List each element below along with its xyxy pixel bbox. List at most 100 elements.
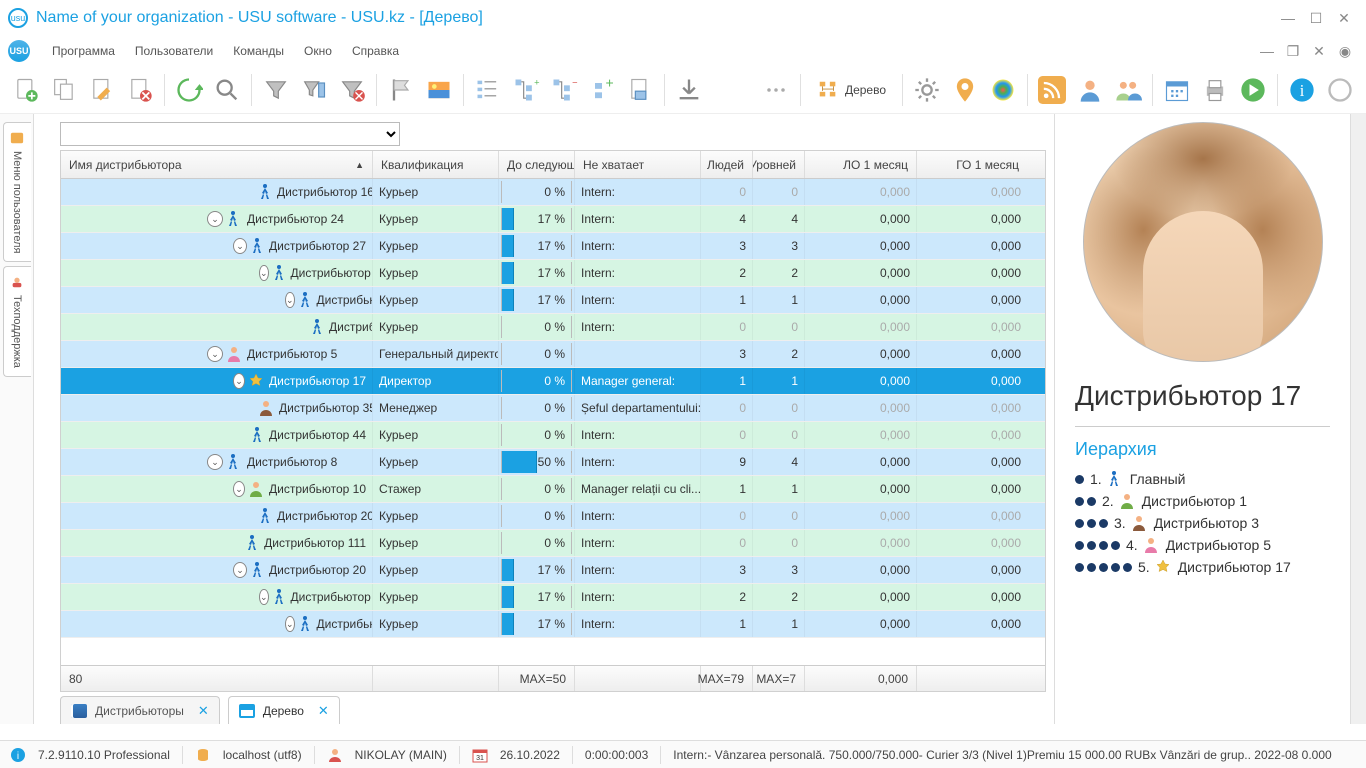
row-people: 0 [701, 422, 753, 448]
hierarchy-item[interactable]: 2.Дистрибьютор 1 [1075, 490, 1330, 512]
new-doc-button[interactable] [8, 72, 44, 108]
expand-toggle[interactable]: ⌄ [207, 211, 223, 227]
side-tab-user-menu[interactable]: Меню пользователя [3, 122, 31, 262]
table-row[interactable]: ⌄Дистрибьютор 30Курьер17 %Intern:220,000… [61, 584, 1045, 611]
status-version: 7.2.9110.10 Professional [38, 748, 170, 762]
tree-expand-all-button[interactable]: − [546, 72, 582, 108]
grid-body[interactable]: Дистрибьютор 160Курьер0 %Intern:000,0000… [61, 179, 1045, 665]
table-row[interactable]: ⌄Дистрибьютор 27Курьер17 %Intern:330,000… [61, 233, 1045, 260]
hierarchy-item[interactable]: 4.Дистрибьютор 5 [1075, 534, 1330, 556]
refresh-button[interactable] [171, 72, 207, 108]
mdi-minimize-button[interactable]: — [1254, 43, 1280, 59]
table-row[interactable]: ⌄Дистрибьютор 8Курьер50 %Intern:940,0000… [61, 449, 1045, 476]
edit-doc-button[interactable] [84, 72, 120, 108]
row-people: 1 [701, 368, 753, 394]
col-name[interactable]: Имя дистрибьютора▲ [61, 151, 373, 178]
table-row[interactable]: ⌄Дистрибьютор 5Генеральный директор0 %32… [61, 341, 1045, 368]
walk-icon [273, 264, 285, 282]
row-go: 0,000 [917, 341, 1027, 367]
expand-toggle[interactable]: ⌄ [285, 292, 295, 308]
table-row[interactable]: Дистрибьютор 201Курьер0 %Intern:000,0000… [61, 503, 1045, 530]
expand-toggle[interactable]: ⌄ [259, 589, 269, 605]
rss-button[interactable] [1034, 72, 1070, 108]
hierarchy-item[interactable]: 5.Дистрибьютор 17 [1075, 556, 1330, 578]
filter-clear-button[interactable] [334, 72, 370, 108]
row-go: 0,000 [917, 314, 1027, 340]
table-row[interactable]: ⌄Дистрибьютор ...Курьер17 %Intern:110,00… [61, 287, 1045, 314]
table-row[interactable]: Дистрибьютор 44Курьер0 %Intern:000,0000,… [61, 422, 1045, 449]
search-button[interactable] [209, 72, 245, 108]
col-levels[interactable]: Уровней [753, 151, 805, 178]
col-lo-month[interactable]: ЛО 1 месяц [805, 151, 917, 178]
table-row[interactable]: Дистриб...Курьер0 %Intern:000,0000,000 [61, 314, 1045, 341]
table-row[interactable]: ⌄Дистрибьютор 10Стажер0 %Manager relații… [61, 476, 1045, 503]
doc-tab-distributors[interactable]: Дистрибьюторы ✕ [60, 696, 220, 724]
filter-button[interactable] [258, 72, 294, 108]
expand-toggle[interactable]: ⌄ [233, 562, 247, 578]
delete-doc-button[interactable] [122, 72, 158, 108]
flag-button[interactable] [383, 72, 419, 108]
table-row[interactable]: ⌄Дистрибьютор 60Курьер17 %Intern:220,000… [61, 260, 1045, 287]
info-icon: i [10, 747, 26, 763]
table-row[interactable]: ⌄Дистрибьютор 24Курьер17 %Intern:440,000… [61, 206, 1045, 233]
col-go-month[interactable]: ГО 1 месяц [917, 151, 1027, 178]
go-button[interactable] [1235, 72, 1271, 108]
search-select[interactable] [60, 122, 400, 146]
expand-toggle[interactable]: ⌄ [233, 481, 245, 497]
doc-tab-tree[interactable]: Дерево ✕ [228, 696, 340, 724]
window-close-button[interactable]: ✕ [1330, 10, 1358, 27]
expand-toggle[interactable]: ⌄ [207, 346, 223, 362]
menu-program[interactable]: Программа [42, 44, 125, 58]
mdi-close-button[interactable]: ✕ [1306, 43, 1332, 60]
table-row[interactable]: Дистрибьютор 111Курьер0 %Intern:000,0000… [61, 530, 1045, 557]
table-row[interactable]: ⌄Дистрибьютор 20Курьер17 %Intern:330,000… [61, 557, 1045, 584]
tree-expand-button[interactable] [470, 72, 506, 108]
expand-toggle[interactable]: ⌄ [233, 373, 245, 389]
close-tab-button[interactable]: ✕ [318, 703, 329, 719]
scrollbar[interactable] [1350, 114, 1366, 724]
expand-toggle[interactable]: ⌄ [233, 238, 247, 254]
user-button[interactable] [1072, 72, 1108, 108]
tree-add-node-button[interactable]: + [584, 72, 620, 108]
menu-help[interactable]: Справка [342, 44, 409, 58]
col-to-next[interactable]: До следующ... [499, 151, 575, 178]
help-icon-button[interactable] [1322, 72, 1358, 108]
location-button[interactable] [947, 72, 983, 108]
copy-doc-button[interactable] [46, 72, 82, 108]
app-menu-icon[interactable]: USU [8, 40, 30, 62]
col-qualification[interactable]: Квалификация [373, 151, 499, 178]
hierarchy-item[interactable]: 3.Дистрибьютор 3 [1075, 512, 1330, 534]
expand-toggle[interactable]: ⌄ [207, 454, 223, 470]
hierarchy-item[interactable]: 1.Главный [1075, 468, 1330, 490]
expand-toggle[interactable]: ⌄ [285, 616, 295, 632]
menu-commands[interactable]: Команды [223, 44, 294, 58]
settings-button[interactable] [909, 72, 945, 108]
more-button[interactable] [758, 72, 794, 108]
expand-toggle[interactable]: ⌄ [259, 265, 269, 281]
tree-doc-button[interactable] [622, 72, 658, 108]
mdi-restore-button[interactable]: ❐ [1280, 43, 1306, 60]
info-button[interactable]: i [1284, 72, 1320, 108]
table-row[interactable]: Дистрибьютор 160Курьер0 %Intern:000,0000… [61, 179, 1045, 206]
table-row[interactable]: ⌄Дистрибьютор ...Курьер17 %Intern:110,00… [61, 611, 1045, 638]
tree-view-button[interactable]: Дерево [807, 79, 896, 101]
tree-collapse-all-button[interactable]: + [508, 72, 544, 108]
users-button[interactable] [1110, 72, 1146, 108]
table-row[interactable]: ⌄Дистрибьютор 17Директор0 %Manager gener… [61, 368, 1045, 395]
window-maximize-button[interactable]: ☐ [1302, 10, 1330, 27]
filter-columns-button[interactable] [296, 72, 332, 108]
col-lacking[interactable]: Не хватает [575, 151, 701, 178]
col-people[interactable]: Людей [701, 151, 753, 178]
menu-window[interactable]: Окно [294, 44, 342, 58]
close-tab-button[interactable]: ✕ [198, 703, 209, 719]
image-button[interactable] [421, 72, 457, 108]
menu-users[interactable]: Пользователи [125, 44, 223, 58]
side-tab-support[interactable]: Техподдержка [3, 266, 31, 377]
mdi-help-button[interactable]: ◉ [1332, 43, 1358, 60]
window-minimize-button[interactable]: — [1274, 10, 1302, 26]
color-button[interactable] [985, 72, 1021, 108]
print-button[interactable] [1197, 72, 1233, 108]
calendar-button[interactable] [1159, 72, 1195, 108]
download-button[interactable] [671, 72, 707, 108]
table-row[interactable]: Дистрибьютор 35Менеджер0 %Șeful departam… [61, 395, 1045, 422]
